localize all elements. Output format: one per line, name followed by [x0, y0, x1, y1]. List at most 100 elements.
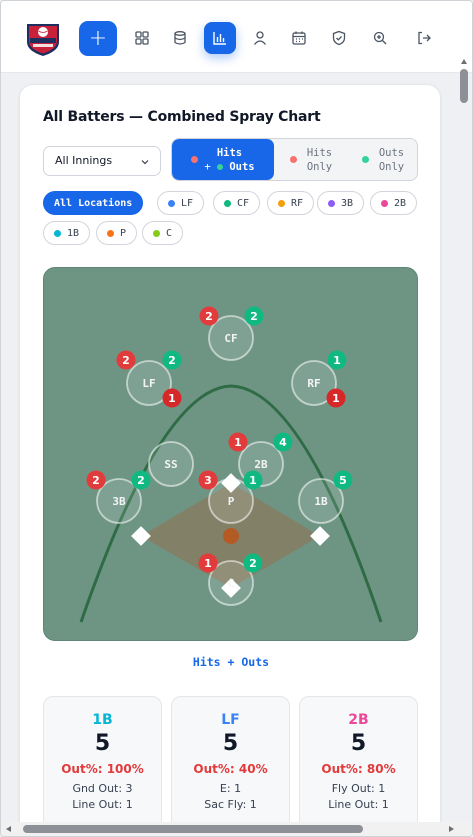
- stat-out-pct: Out%: 80%: [321, 762, 396, 776]
- chip-label: 2B: [394, 197, 407, 209]
- mode-toggle: Hits + Outs Hits Only Outs Only: [171, 138, 418, 181]
- chip-2b[interactable]: 2B: [370, 191, 418, 215]
- database-icon[interactable]: [163, 21, 197, 55]
- shield-icon[interactable]: [322, 21, 356, 55]
- svg-text:4: 4: [279, 436, 287, 449]
- team-logo[interactable]: [23, 18, 63, 58]
- chip-all-locations[interactable]: All Locations: [43, 191, 144, 215]
- location-dot-icon: [168, 199, 175, 207]
- scroll-left-arrow-icon[interactable]: [6, 826, 11, 832]
- chip-lf[interactable]: LF: [157, 191, 205, 215]
- stat-position: LF: [221, 712, 240, 728]
- out-dot-icon: [361, 156, 369, 163]
- stat-line-2: Sac Fly: 1: [204, 798, 257, 811]
- stat-position: 2B: [348, 712, 369, 728]
- field-diagram: CF 2 2 LF 2 2 1 RF 1 1 SS 2B 1 4 3B 2 2 P 3 1 1B 5 C 1 2: [79, 306, 383, 623]
- hit-count-badge: 4: [273, 432, 293, 452]
- third-base: [131, 526, 151, 546]
- grid-icon[interactable]: [125, 21, 159, 55]
- stat-line-1: E: 1: [219, 782, 242, 795]
- field-position-ss[interactable]: SS: [148, 441, 194, 487]
- chip-label: RF: [291, 197, 304, 209]
- chip-3b[interactable]: 3B: [317, 191, 365, 215]
- extra-count-badge: 1: [326, 388, 346, 408]
- stat-value: 5: [94, 731, 111, 756]
- innings-select-value: All Innings: [55, 154, 113, 167]
- hit-count-badge: 2: [131, 470, 151, 490]
- svg-text:1: 1: [234, 436, 242, 449]
- chip-rf[interactable]: RF: [267, 191, 315, 215]
- svg-text:3B: 3B: [112, 495, 126, 508]
- hit-count-badge: 2: [243, 553, 263, 573]
- svg-text:2: 2: [205, 310, 213, 323]
- location-dot-icon: [328, 199, 335, 207]
- svg-text:LF: LF: [142, 377, 155, 390]
- logout-icon[interactable]: [407, 21, 441, 55]
- stat-out-pct: Out%: 40%: [193, 762, 268, 776]
- chip-label: C: [166, 227, 173, 239]
- hit-count-badge: 1: [243, 470, 263, 490]
- innings-select[interactable]: All Innings: [43, 146, 161, 176]
- location-dot-icon: [153, 229, 160, 237]
- svg-text:C: C: [228, 577, 235, 590]
- add-button[interactable]: +: [79, 21, 117, 56]
- mode-label-bottom: Only: [306, 160, 333, 173]
- svg-text:3: 3: [204, 474, 212, 487]
- extra-count-badge: 1: [162, 388, 182, 408]
- chip-p[interactable]: P: [96, 221, 138, 245]
- svg-text:2: 2: [122, 354, 130, 367]
- chip-label: P: [120, 227, 127, 239]
- svg-text:1B: 1B: [314, 495, 328, 508]
- scroll-right-arrow-icon[interactable]: [449, 826, 454, 832]
- vertical-scrollbar[interactable]: [460, 69, 468, 103]
- pitcher-mound: [223, 528, 239, 544]
- chip-label: LF: [181, 197, 194, 209]
- location-dot-icon: [224, 199, 231, 207]
- stat-card-lf: LF 5 Out%: 40% E: 1 Sac Fly: 1: [171, 696, 290, 836]
- chip-1b[interactable]: 1B: [43, 221, 91, 245]
- svg-text:SS: SS: [164, 458, 177, 471]
- stat-value: 5: [350, 731, 367, 756]
- chip-label: CF: [237, 197, 250, 209]
- hit-count-badge: 5: [333, 470, 353, 490]
- hit-count-badge: 2: [244, 306, 264, 326]
- out-count-badge: 2: [199, 306, 219, 326]
- mode-label-bottom: Outs: [229, 160, 255, 173]
- svg-text:P: P: [228, 495, 235, 508]
- svg-text:2: 2: [168, 354, 176, 367]
- out-count-badge: 3: [198, 470, 218, 490]
- svg-text:2: 2: [249, 557, 257, 570]
- svg-text:1: 1: [204, 557, 212, 570]
- out-count-badge: 1: [198, 553, 218, 573]
- svg-text:2: 2: [92, 474, 100, 487]
- bar-chart-icon[interactable]: [204, 22, 236, 54]
- svg-text:1: 1: [333, 354, 341, 367]
- svg-text:1: 1: [249, 474, 257, 487]
- svg-text:1: 1: [168, 392, 176, 405]
- chip-label: 1B: [67, 227, 80, 239]
- horizontal-scrollbar[interactable]: [23, 825, 363, 833]
- user-icon[interactable]: [243, 21, 277, 55]
- chip-c[interactable]: C: [142, 221, 184, 245]
- chip-cf[interactable]: CF: [213, 191, 261, 215]
- calendar-icon[interactable]: [282, 21, 316, 55]
- scroll-up-arrow-icon[interactable]: [461, 59, 467, 64]
- stat-card-2b: 2B 5 Out%: 80% Fly Out: 1 Line Out: 1: [299, 696, 418, 836]
- stat-position: 1B: [92, 712, 113, 728]
- location-dot-icon: [107, 229, 114, 237]
- chip-label: 3B: [341, 197, 354, 209]
- stat-line-2: Line Out: 1: [328, 798, 389, 811]
- mode-hits-only[interactable]: Hits Only: [276, 139, 346, 180]
- zoom-in-icon[interactable]: [363, 21, 397, 55]
- stat-out-pct: Out%: 100%: [61, 762, 144, 776]
- svg-text:2: 2: [250, 310, 258, 323]
- out-dot-icon: [191, 156, 199, 163]
- spray-field: CF 2 2 LF 2 2 1 RF 1 1 SS 2B 1 4 3B 2 2 P 3 1 1B 5 C 1 2: [43, 267, 418, 641]
- mode-outs-only[interactable]: Outs Only: [348, 139, 417, 180]
- top-nav-bar: +: [1, 1, 472, 73]
- spray-chart-card: All Batters — Combined Spray Chart All I…: [19, 84, 441, 836]
- svg-text:RF: RF: [307, 377, 320, 390]
- mode-hits-outs[interactable]: Hits + Outs: [172, 139, 274, 180]
- field-caption: Hits + Outs: [192, 655, 270, 669]
- mode-label-top: Hits: [216, 146, 243, 159]
